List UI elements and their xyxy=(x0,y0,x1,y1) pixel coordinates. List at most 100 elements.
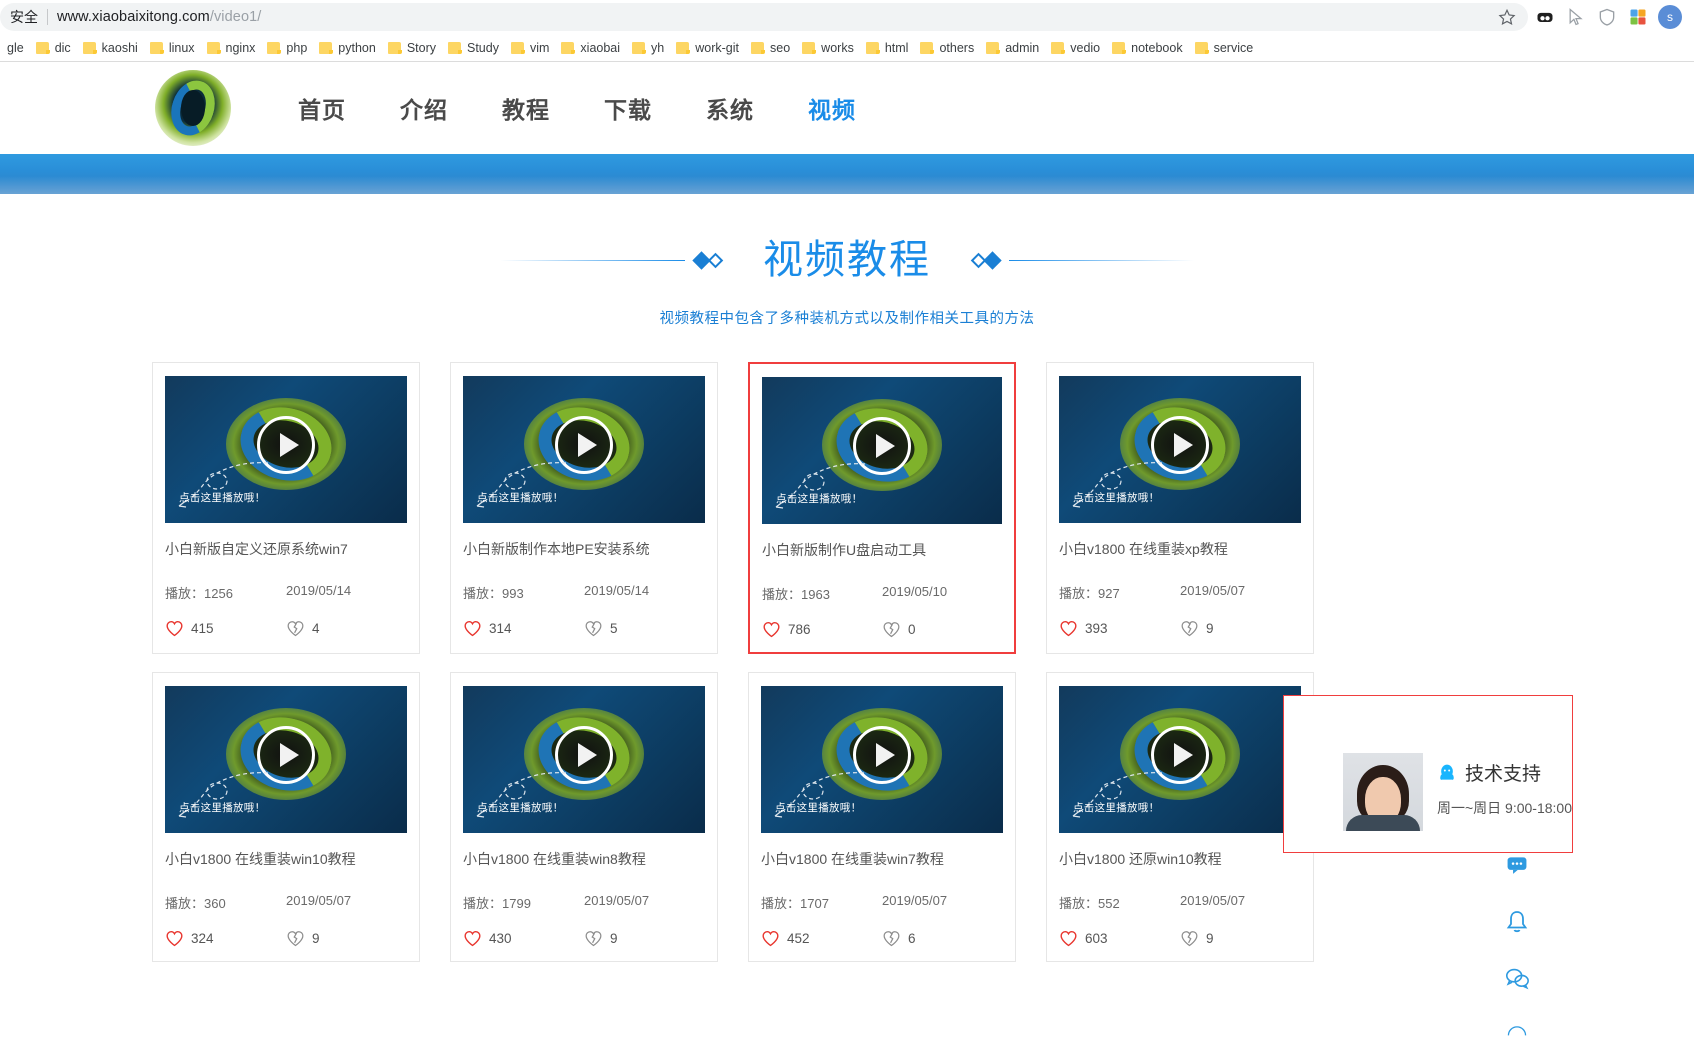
video-thumbnail[interactable]: 点击这里播放哦！ xyxy=(463,376,705,523)
bookmark-item[interactable]: works xyxy=(799,39,863,57)
cursor-icon[interactable] xyxy=(1565,6,1587,28)
video-title[interactable]: 小白新版制作本地PE安装系统 xyxy=(463,540,705,558)
dislike-stat[interactable]: 9 xyxy=(286,930,407,947)
folder-icon xyxy=(448,42,461,54)
bell-icon[interactable] xyxy=(1500,905,1534,939)
video-card[interactable]: 点击这里播放哦！小白新版制作U盘启动工具播放：19632019/05/10786… xyxy=(748,362,1016,654)
nav-item-3[interactable]: 下载 xyxy=(577,91,679,125)
broken-heart-icon xyxy=(286,930,305,947)
video-thumbnail[interactable]: 点击这里播放哦！ xyxy=(761,686,1003,833)
bookmark-item[interactable]: php xyxy=(264,39,316,57)
video-thumbnail[interactable]: 点击这里播放哦！ xyxy=(1059,376,1301,523)
video-title[interactable]: 小白v1800 在线重装win7教程 xyxy=(761,850,1003,868)
video-title[interactable]: 小白v1800 还原win10教程 xyxy=(1059,850,1301,868)
dislike-stat[interactable]: 0 xyxy=(882,621,1002,638)
dislike-stat[interactable]: 5 xyxy=(584,620,705,637)
video-card[interactable]: 点击这里播放哦！ 小白新版制作本地PE安装系统播放：9932019/05/14 31… xyxy=(450,362,718,654)
video-meta-row: 播放：9932019/05/14 xyxy=(463,583,705,602)
bookmark-item[interactable]: work-git xyxy=(673,39,748,57)
omnibox[interactable]: 安全 www.xiaobaixitong.com/video1/ xyxy=(0,3,1528,31)
like-stat[interactable]: 393 xyxy=(1059,620,1180,637)
bookmark-item[interactable]: vim xyxy=(508,39,558,57)
star-icon[interactable] xyxy=(1498,8,1516,26)
video-card[interactable]: 点击这里播放哦！小白新版自定义还原系统win7播放：12562019/05/14… xyxy=(152,362,420,654)
support-agent-photo xyxy=(1343,753,1423,831)
video-card[interactable]: 点击这里播放哦！小白v1800 在线重装xp教程播放：9272019/05/07… xyxy=(1046,362,1314,654)
dislike-stat[interactable]: 9 xyxy=(1180,930,1301,947)
folder-icon xyxy=(511,42,524,54)
video-meta-row: 播放：17072019/05/07 xyxy=(761,893,1003,912)
dislike-stat[interactable]: 9 xyxy=(1180,620,1301,637)
support-widget[interactable]: 技术支持 周一~周日 9:00-18:00 xyxy=(1283,695,1573,853)
apps-icon[interactable] xyxy=(1627,6,1649,28)
dislike-stat[interactable]: 6 xyxy=(882,930,1003,947)
video-card[interactable]: 点击这里播放哦！小白v1800 在线重装win10教程播放：3602019/05… xyxy=(152,672,420,962)
nav-item-1[interactable]: 介绍 xyxy=(373,91,475,125)
video-thumbnail[interactable]: 点击这里播放哦！ xyxy=(463,686,705,833)
video-thumbnail[interactable]: 点击这里播放哦！ xyxy=(762,377,1002,524)
bookmark-item[interactable]: gle xyxy=(4,39,33,57)
bookmark-item[interactable]: kaoshi xyxy=(80,39,147,57)
chat-bubble-icon[interactable] xyxy=(1500,849,1534,883)
like-stat[interactable]: 452 xyxy=(761,930,882,947)
extension-icon[interactable] xyxy=(1534,6,1556,28)
bookmark-item[interactable]: python xyxy=(316,39,385,57)
video-card[interactable]: 点击这里播放哦！ 小白v1800 在线重装win7教程播放：17072019/05… xyxy=(748,672,1016,962)
bookmark-item[interactable]: html xyxy=(863,39,918,57)
dislike-count: 9 xyxy=(312,931,320,946)
video-title[interactable]: 小白新版制作U盘启动工具 xyxy=(762,541,1002,559)
bookmark-item[interactable]: service xyxy=(1192,39,1263,57)
bookmark-item[interactable]: admin xyxy=(983,39,1048,57)
nav-item-5[interactable]: 视频 xyxy=(781,91,883,125)
video-title[interactable]: 小白v1800 在线重装win10教程 xyxy=(165,850,407,868)
profile-avatar[interactable]: s xyxy=(1658,5,1682,29)
like-stat[interactable]: 430 xyxy=(463,930,584,947)
bookmark-item[interactable]: nginx xyxy=(204,39,265,57)
thumb-hint-text: 点击这里播放哦！ xyxy=(775,800,861,815)
nav-item-4[interactable]: 系统 xyxy=(679,91,781,125)
bookmark-item[interactable]: linux xyxy=(147,39,204,57)
video-card[interactable]: 点击这里播放哦！小白v1800 还原win10教程播放：5522019/05/0… xyxy=(1046,672,1314,962)
bookmark-item[interactable]: others xyxy=(917,39,983,57)
bookmark-label: admin xyxy=(1005,41,1039,55)
like-stat[interactable]: 415 xyxy=(165,620,286,637)
folder-icon xyxy=(561,42,574,54)
bookmark-item[interactable]: xiaobai xyxy=(558,39,629,57)
video-title[interactable]: 小白v1800 在线重装win8教程 xyxy=(463,850,705,868)
video-thumbnail[interactable]: 点击这里播放哦！ xyxy=(165,686,407,833)
nav-item-0[interactable]: 首页 xyxy=(271,91,373,125)
broken-heart-icon xyxy=(286,620,305,637)
bookmark-item[interactable]: Study xyxy=(445,39,508,57)
nav-item-2[interactable]: 教程 xyxy=(475,91,577,125)
qq-icon xyxy=(1437,762,1457,784)
video-card[interactable]: 点击这里播放哦！小白v1800 在线重装win8教程播放：17992019/05… xyxy=(450,672,718,962)
like-stat[interactable]: 324 xyxy=(165,930,286,947)
plays-count: 993 xyxy=(502,586,524,601)
support-title: 技术支持 xyxy=(1465,759,1541,786)
bookmark-item[interactable]: vedio xyxy=(1048,39,1109,57)
wechat-icon[interactable] xyxy=(1500,961,1534,995)
video-thumbnail[interactable]: 点击这里播放哦！ xyxy=(165,376,407,523)
bookmark-label: html xyxy=(885,41,909,55)
like-stat[interactable]: 314 xyxy=(463,620,584,637)
floating-side-rail xyxy=(1500,849,1534,1051)
dislike-stat[interactable]: 9 xyxy=(584,930,705,947)
bookmark-item[interactable]: Story xyxy=(385,39,445,57)
like-stat[interactable]: 786 xyxy=(762,621,882,638)
circle-icon[interactable] xyxy=(1500,1017,1534,1051)
bookmark-item[interactable]: seo xyxy=(748,39,799,57)
shield-icon[interactable] xyxy=(1596,6,1618,28)
dislike-stat[interactable]: 4 xyxy=(286,620,407,637)
thumb-hint-text: 点击这里播放哦！ xyxy=(179,490,265,505)
security-status-label: 安全 xyxy=(10,9,48,25)
video-title[interactable]: 小白新版自定义还原系统win7 xyxy=(165,540,407,558)
dislike-count: 4 xyxy=(312,621,320,636)
bookmark-item[interactable]: yh xyxy=(629,39,673,57)
bookmark-item[interactable]: notebook xyxy=(1109,39,1191,57)
bookmark-item[interactable]: dic xyxy=(33,39,80,57)
site-logo[interactable] xyxy=(155,70,231,146)
video-title[interactable]: 小白v1800 在线重装xp教程 xyxy=(1059,540,1301,558)
video-thumbnail[interactable]: 点击这里播放哦！ xyxy=(1059,686,1301,833)
plays-count: 1963 xyxy=(801,587,830,602)
like-stat[interactable]: 603 xyxy=(1059,930,1180,947)
